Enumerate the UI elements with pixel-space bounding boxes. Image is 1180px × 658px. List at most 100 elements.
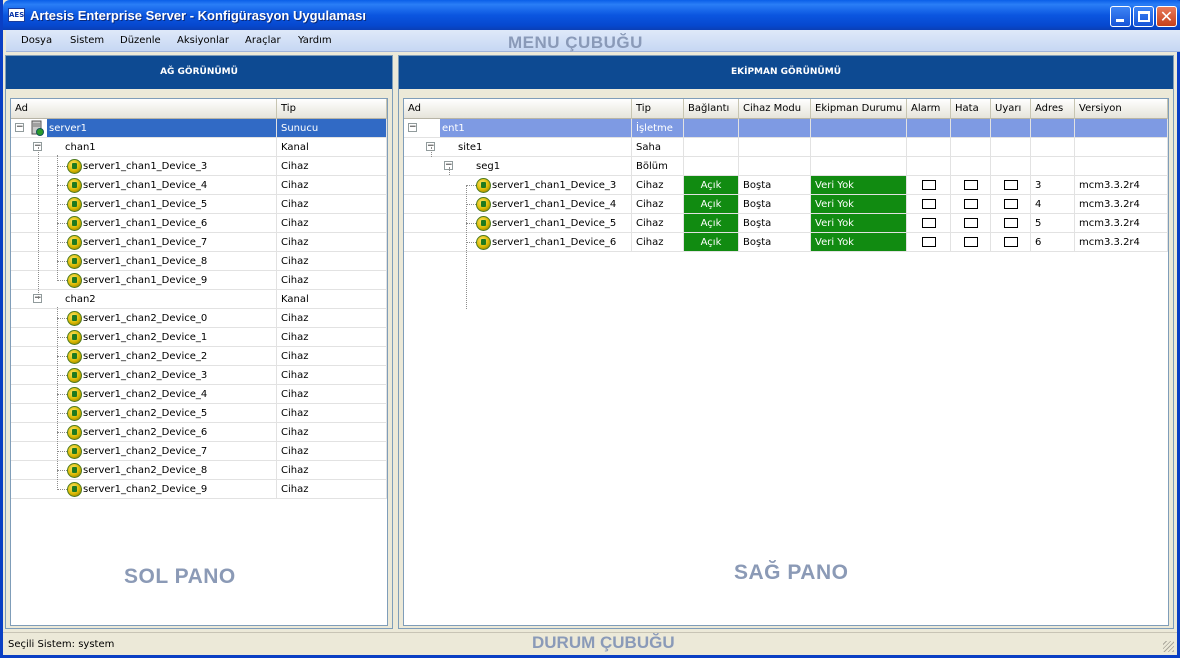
tree-item-label: server1_chan1_Device_4 bbox=[492, 199, 617, 210]
type-cell: Bölüm bbox=[632, 157, 684, 176]
column-header-alarm[interactable]: Alarm bbox=[907, 99, 951, 119]
table-row[interactable]: server1_chan2_Device_1 Cihaz bbox=[11, 328, 387, 347]
warning-cell[interactable] bbox=[991, 214, 1031, 233]
type-cell: Cihaz bbox=[632, 195, 684, 214]
tree-item-label: server1_chan1_Device_4 bbox=[83, 180, 208, 191]
table-row[interactable]: server1_chan1_Device_7 Cihaz bbox=[11, 233, 387, 252]
device-icon bbox=[67, 387, 82, 402]
tree-item-label: ent1 bbox=[440, 119, 631, 137]
device-icon bbox=[67, 235, 82, 250]
device-icon bbox=[67, 368, 82, 383]
table-row[interactable]: server1_chan2_Device_0 Cihaz bbox=[11, 309, 387, 328]
tree-type-cell: Cihaz bbox=[277, 214, 387, 233]
alarm-cell[interactable] bbox=[907, 233, 951, 252]
warning-cell[interactable] bbox=[991, 195, 1031, 214]
warning-cell[interactable] bbox=[991, 176, 1031, 195]
column-header-uyari[interactable]: Uyarı bbox=[991, 99, 1031, 119]
indicator-box bbox=[922, 180, 936, 190]
column-header-tip[interactable]: Tip bbox=[277, 99, 387, 119]
tree-name-cell: server1_chan2_Device_1 bbox=[11, 328, 277, 347]
error-cell[interactable] bbox=[951, 233, 991, 252]
table-row[interactable]: server1_chan1_Device_4 Cihaz bbox=[11, 176, 387, 195]
version-cell: mcm3.3.2r4 bbox=[1075, 176, 1168, 195]
table-row[interactable]: server1_chan2_Device_7 Cihaz bbox=[11, 442, 387, 461]
collapse-toggle-icon[interactable]: − bbox=[15, 123, 24, 132]
table-row[interactable]: server1_chan2_Device_2 Cihaz bbox=[11, 347, 387, 366]
equipment-tree-grid[interactable]: Ad Tip Bağlantı Cihaz Modu Ekipman Durumu Ala… bbox=[403, 98, 1169, 626]
column-header-ekipman-durumu[interactable]: Ekipman Durumu bbox=[811, 99, 907, 119]
table-row[interactable]: server1_chan2_Device_9 Cihaz bbox=[11, 480, 387, 499]
network-tree-grid[interactable]: Ad Tip − server1 Sunucu − chan1 Kanal server1_… bbox=[10, 98, 388, 626]
warning-cell[interactable] bbox=[991, 157, 1031, 176]
title-bar[interactable]: AES Artesis Enterprise Server - Konfigür… bbox=[3, 0, 1180, 30]
error-cell[interactable] bbox=[951, 176, 991, 195]
table-row[interactable]: − chan1 Kanal bbox=[11, 138, 387, 157]
error-cell[interactable] bbox=[951, 119, 991, 138]
table-row[interactable]: server1_chan2_Device_4 Cihaz bbox=[11, 385, 387, 404]
column-header-ad[interactable]: Ad bbox=[11, 99, 277, 119]
table-row[interactable]: − site1 Saha bbox=[404, 138, 1168, 157]
alarm-cell[interactable] bbox=[907, 138, 951, 157]
menu-yardim[interactable]: Yardım bbox=[298, 35, 332, 46]
table-row[interactable]: server1_chan1_Device_9 Cihaz bbox=[11, 271, 387, 290]
table-row[interactable]: server1_chan2_Device_6 Cihaz bbox=[11, 423, 387, 442]
table-row[interactable]: server1_chan2_Device_3 Cihaz bbox=[11, 366, 387, 385]
error-cell[interactable] bbox=[951, 195, 991, 214]
table-row[interactable]: server1_chan1_Device_4 Cihaz Açık Boşta Veri… bbox=[404, 195, 1168, 214]
table-row[interactable]: server1_chan1_Device_6 Cihaz Açık Boşta Veri… bbox=[404, 233, 1168, 252]
address-cell bbox=[1031, 138, 1075, 157]
warning-cell[interactable] bbox=[991, 119, 1031, 138]
table-row[interactable]: server1_chan1_Device_5 Cihaz bbox=[11, 195, 387, 214]
table-row[interactable]: server1_chan1_Device_3 Cihaz bbox=[11, 157, 387, 176]
device-icon bbox=[476, 235, 491, 250]
table-row[interactable]: server1_chan1_Device_8 Cihaz bbox=[11, 252, 387, 271]
error-cell[interactable] bbox=[951, 214, 991, 233]
address-cell: 3 bbox=[1031, 176, 1075, 195]
table-row[interactable]: − chan2 Kanal bbox=[11, 290, 387, 309]
error-cell[interactable] bbox=[951, 138, 991, 157]
collapse-toggle-icon[interactable]: − bbox=[408, 123, 417, 132]
menu-aksiyonlar[interactable]: Aksiyonlar bbox=[177, 35, 229, 46]
menu-duzenle[interactable]: Düzenle bbox=[120, 35, 161, 46]
column-header-adres[interactable]: Adres bbox=[1031, 99, 1075, 119]
alarm-cell[interactable] bbox=[907, 176, 951, 195]
tree-type-cell: Cihaz bbox=[277, 480, 387, 499]
column-header-hata[interactable]: Hata bbox=[951, 99, 991, 119]
table-row[interactable]: − seg1 Bölüm bbox=[404, 157, 1168, 176]
minimize-button[interactable] bbox=[1110, 6, 1131, 27]
error-cell[interactable] bbox=[951, 157, 991, 176]
close-button[interactable]: ✕ bbox=[1156, 6, 1177, 27]
alarm-cell[interactable] bbox=[907, 119, 951, 138]
menu-sistem[interactable]: Sistem bbox=[70, 35, 104, 46]
table-row[interactable]: server1_chan2_Device_8 Cihaz bbox=[11, 461, 387, 480]
version-cell: mcm3.3.2r4 bbox=[1075, 195, 1168, 214]
tree-item-label: server1_chan1_Device_8 bbox=[83, 256, 208, 267]
table-row[interactable]: − server1 Sunucu bbox=[11, 119, 387, 138]
warning-cell[interactable] bbox=[991, 138, 1031, 157]
column-header-cihaz-modu[interactable]: Cihaz Modu bbox=[739, 99, 811, 119]
menu-dosya[interactable]: Dosya bbox=[21, 35, 52, 46]
device-icon bbox=[67, 349, 82, 364]
alarm-cell[interactable] bbox=[907, 157, 951, 176]
table-row[interactable]: server1_chan1_Device_6 Cihaz bbox=[11, 214, 387, 233]
resize-grip[interactable] bbox=[1163, 641, 1174, 652]
column-header-ad[interactable]: Ad bbox=[404, 99, 632, 119]
indicator-box bbox=[964, 218, 978, 228]
column-header-versiyon[interactable]: Versiyon bbox=[1075, 99, 1168, 119]
column-header-tip[interactable]: Tip bbox=[632, 99, 684, 119]
tree-item-label: server1_chan1_Device_7 bbox=[83, 237, 208, 248]
column-header-baglanti[interactable]: Bağlantı bbox=[684, 99, 739, 119]
table-row[interactable]: server1_chan2_Device_5 Cihaz bbox=[11, 404, 387, 423]
warning-cell[interactable] bbox=[991, 233, 1031, 252]
maximize-button[interactable] bbox=[1133, 6, 1154, 27]
menu-araclar[interactable]: Araçlar bbox=[245, 35, 281, 46]
table-row[interactable]: server1_chan1_Device_3 Cihaz Açık Boşta Veri… bbox=[404, 176, 1168, 195]
alarm-cell[interactable] bbox=[907, 214, 951, 233]
connection-cell bbox=[684, 157, 739, 176]
connection-cell: Açık bbox=[684, 233, 739, 252]
table-row[interactable]: server1_chan1_Device_5 Cihaz Açık Boşta Veri… bbox=[404, 214, 1168, 233]
table-row[interactable]: − ent1 İşletme bbox=[404, 119, 1168, 138]
alarm-cell[interactable] bbox=[907, 195, 951, 214]
equipment-status-cell: Veri Yok bbox=[811, 195, 907, 214]
indicator-box bbox=[922, 218, 936, 228]
